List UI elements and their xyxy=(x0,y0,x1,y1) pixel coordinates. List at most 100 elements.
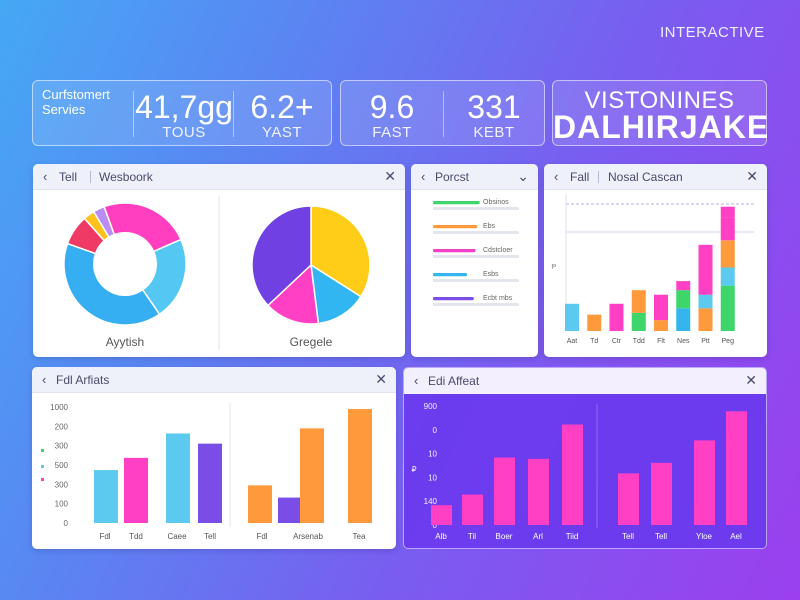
bar-label: Cdstcloer xyxy=(483,247,513,254)
bar-segment xyxy=(676,281,691,291)
artists-bar-chart: 0 100 300 500 300 200 1000 Fdl Tdd Caee Tell Fdl Ars… xyxy=(41,403,372,541)
bar xyxy=(433,201,480,205)
bar xyxy=(433,225,478,229)
metric-value: 9.6 xyxy=(369,89,415,125)
bar xyxy=(300,428,324,523)
bar xyxy=(278,497,302,523)
bar xyxy=(528,458,549,525)
bar-segment xyxy=(609,303,624,331)
bar xyxy=(433,297,474,301)
bar-label: Ecbt mbs xyxy=(483,295,513,302)
bar-segment xyxy=(720,240,735,268)
x-tick-label: Arl xyxy=(533,532,543,541)
panel-affect: ‹ Edi Affeat ✕ 0 140 10 10 0 900 ₽ Alb Til Boer Ar… xyxy=(403,367,767,549)
x-tick-label: Nes xyxy=(677,338,690,345)
x-tick-label: Fdl xyxy=(99,532,110,541)
bar xyxy=(494,457,515,525)
y-axis-mark: Ᵽ xyxy=(552,264,557,271)
bar-segment xyxy=(654,294,668,321)
x-tick-label: Ael xyxy=(730,532,742,541)
y-tick-label: 500 xyxy=(55,461,69,470)
x-tick-label: Ptt xyxy=(701,338,710,345)
x-tick-label: Tdd xyxy=(633,338,645,345)
x-tick-label: Arsenab xyxy=(293,532,323,541)
x-tick-label: Aat xyxy=(567,338,578,345)
x-tick-label: Alb xyxy=(435,532,447,541)
y-tick-label: 300 xyxy=(55,442,69,451)
bar-track xyxy=(433,279,519,282)
x-tick-label: Td xyxy=(590,338,598,345)
bar xyxy=(726,411,747,525)
bar-segment xyxy=(676,308,691,331)
legend-dot xyxy=(41,449,44,452)
bar-track xyxy=(433,231,519,234)
bar-segment xyxy=(720,206,735,218)
donut-hole xyxy=(93,232,157,296)
metric-label: TOUS xyxy=(162,124,206,141)
y-tick-label: 0 xyxy=(64,519,69,528)
brand-title: DALHIRJAKE xyxy=(553,109,770,145)
legend-dot xyxy=(41,465,44,468)
affect-bar-chart: 014010100900₽Alb Til Boer Arl Tiid Tell Tell Yl… xyxy=(411,402,747,541)
metric-value: 6.2+ xyxy=(250,89,314,125)
y-tick-label: 300 xyxy=(55,480,69,489)
bar-segment xyxy=(565,303,579,331)
x-tick-label: Tell xyxy=(622,532,634,541)
x-tick-label: Til xyxy=(468,532,476,541)
stats-card-speed: 9.6 FAST 331 KEBT xyxy=(340,80,545,146)
bar xyxy=(94,470,118,523)
x-tick-label: Tell xyxy=(655,532,667,541)
metric-value: 331 xyxy=(467,89,521,125)
metric-label: YAST xyxy=(261,124,303,141)
x-tick-label: Tdd xyxy=(129,532,143,541)
y-tick-label: 140 xyxy=(424,497,438,506)
panel-artists: ‹ Fdl Arfiats ✕ 0 100 300 500 300 200 1000 Fdl T… xyxy=(32,367,396,549)
bar-segment xyxy=(587,314,602,331)
bar xyxy=(694,440,715,525)
bar-segment xyxy=(654,320,668,331)
x-tick-label: Ctr xyxy=(612,338,622,345)
metric-label: KEBT xyxy=(473,124,515,141)
panel-stacked-bars: ‹ Fall Nosal Cascan ✕ Ᵽ Aat Td Ctr Tdd Flt Nes… xyxy=(544,164,767,357)
y-tick-label: 10 xyxy=(428,450,437,459)
y-tick-label: 200 xyxy=(55,422,69,431)
bar xyxy=(431,505,452,525)
bar xyxy=(433,249,476,253)
y-tick-label: 10 xyxy=(428,473,437,482)
bar-track xyxy=(433,303,519,306)
bar-segment xyxy=(720,285,735,331)
card-title: Curfstomert Servies xyxy=(42,87,110,117)
metric-value: 41,7gg xyxy=(135,89,233,125)
bar-label: Obsinos xyxy=(483,199,509,206)
bar-segment xyxy=(698,308,713,331)
bar xyxy=(433,273,467,277)
y-tick-label: 900 xyxy=(424,402,438,411)
x-tick-label: Boer xyxy=(496,532,513,541)
metric-label: FAST xyxy=(372,124,412,141)
x-tick-label: Fdl xyxy=(256,532,267,541)
forecast-bars: Obsinos Ebs Cdstcloer Esbs Ecbt mbs xyxy=(433,199,519,306)
x-tick-label: Tell xyxy=(204,532,216,541)
pie-charts: Ayytish Gregele xyxy=(63,196,371,350)
y-axis-mark: ₽ xyxy=(411,465,416,474)
bar xyxy=(124,457,148,523)
bar xyxy=(618,473,639,525)
bar xyxy=(248,485,272,523)
bar-track xyxy=(433,207,519,210)
x-tick-label: Tea xyxy=(353,532,366,541)
panel-pie-charts: ‹ Tell Wesboork ✕ Ayytish Gregele xyxy=(33,164,405,357)
bar-track xyxy=(433,255,519,258)
bar-segment xyxy=(676,290,691,309)
bar xyxy=(348,409,372,523)
bar-label: Esbs xyxy=(483,271,499,278)
x-tick-label: Caee xyxy=(167,532,187,541)
x-tick-label: Flt xyxy=(657,338,665,345)
bar-segment xyxy=(631,290,646,313)
bar-label: Ebs xyxy=(483,223,496,230)
bar xyxy=(462,494,483,525)
x-tick-label: Yloe xyxy=(696,532,713,541)
bar-segment xyxy=(698,294,713,309)
bar xyxy=(198,443,222,523)
brand-card: VISTONINES DALHIRJAKE xyxy=(552,80,770,146)
y-tick-label: 1000 xyxy=(50,403,68,412)
